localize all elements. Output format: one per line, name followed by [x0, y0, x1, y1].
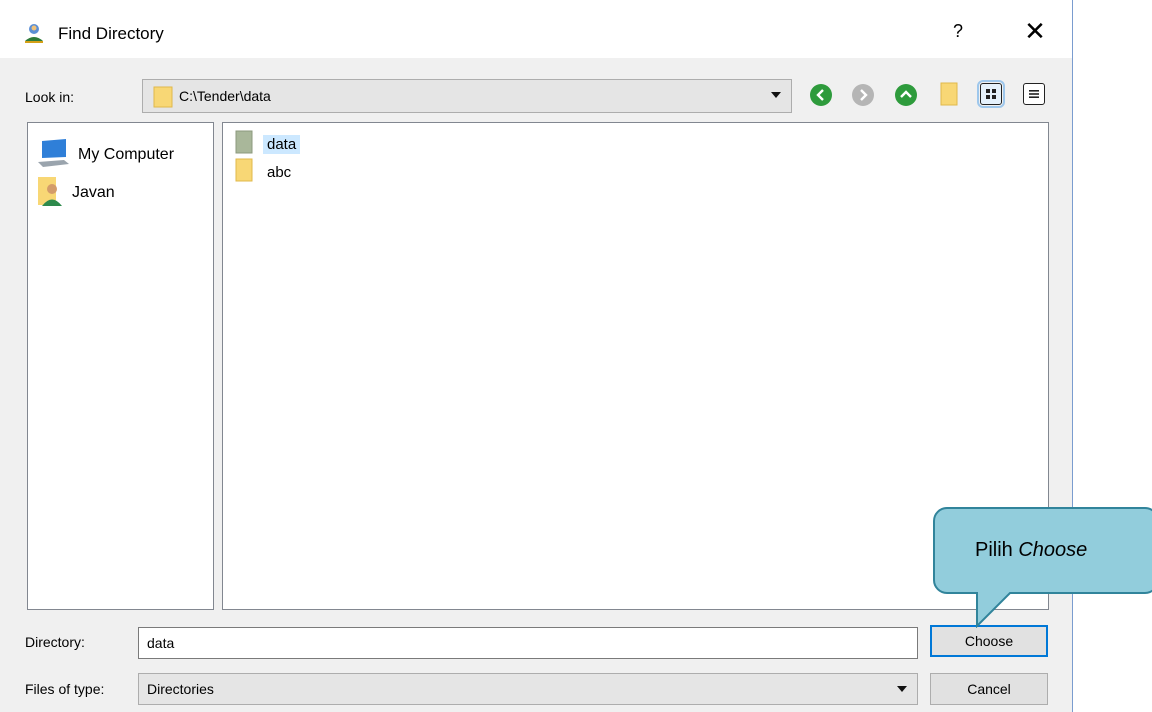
app-icon — [22, 22, 46, 46]
help-button[interactable]: ? — [948, 21, 968, 42]
close-button[interactable]: ✕ — [1020, 16, 1050, 47]
file-name: data — [263, 134, 301, 154]
title-bar: Find Directory ? ✕ — [0, 0, 1072, 58]
choose-button[interactable]: Choose — [930, 625, 1048, 657]
find-directory-dialog: Find Directory ? ✕ Look in: C:\Tender\da… — [0, 0, 1073, 712]
look-in-combo[interactable]: C:\Tender\data — [142, 79, 792, 113]
window-title: Find Directory — [58, 24, 164, 43]
chevron-down-icon[interactable] — [771, 92, 781, 98]
details-view-icon[interactable] — [1023, 83, 1045, 105]
user-folder-icon — [36, 175, 64, 211]
cancel-button[interactable]: Cancel — [930, 673, 1048, 705]
directory-label: Directory: — [25, 634, 85, 650]
sidebar-item-label: My Computer — [78, 146, 175, 163]
back-arrow-icon[interactable] — [810, 84, 832, 106]
sidebar-item-label: Javan — [72, 184, 115, 201]
folder-icon — [153, 86, 173, 112]
new-folder-icon[interactable] — [940, 82, 958, 110]
sidebar-item-javan[interactable]: Javan — [36, 175, 115, 211]
computer-icon — [36, 138, 70, 172]
look-in-label: Look in: — [25, 89, 75, 105]
look-in-path: C:\Tender\data — [179, 88, 271, 104]
callout-prefix: Pilih — [975, 539, 1019, 561]
up-folder-icon[interactable] — [895, 84, 917, 106]
file-name: abc — [267, 163, 292, 181]
annotation-callout: Pilih Choose — [933, 507, 1152, 594]
file-type-select[interactable]: Directories — [138, 673, 918, 705]
forward-arrow-icon[interactable] — [852, 84, 874, 106]
sidebar-item-my-computer[interactable]: My Computer — [36, 137, 174, 173]
folder-icon — [235, 130, 253, 158]
file-type-label: Files of type: — [25, 681, 105, 697]
places-sidebar: My Computer Javan — [27, 122, 214, 610]
file-type-value: Directories — [147, 681, 214, 697]
folder-icon — [235, 158, 253, 186]
callout-emphasis: Choose — [1018, 539, 1088, 561]
list-view-icon[interactable] — [977, 80, 1005, 108]
callout-pointer — [976, 592, 1012, 628]
file-list: data abc — [222, 122, 1049, 610]
list-item[interactable]: data — [235, 130, 301, 158]
callout-text: Pilih Choose — [975, 539, 1087, 562]
list-item[interactable]: abc — [235, 158, 295, 186]
directory-input[interactable] — [138, 627, 918, 659]
chevron-down-icon[interactable] — [897, 686, 907, 692]
